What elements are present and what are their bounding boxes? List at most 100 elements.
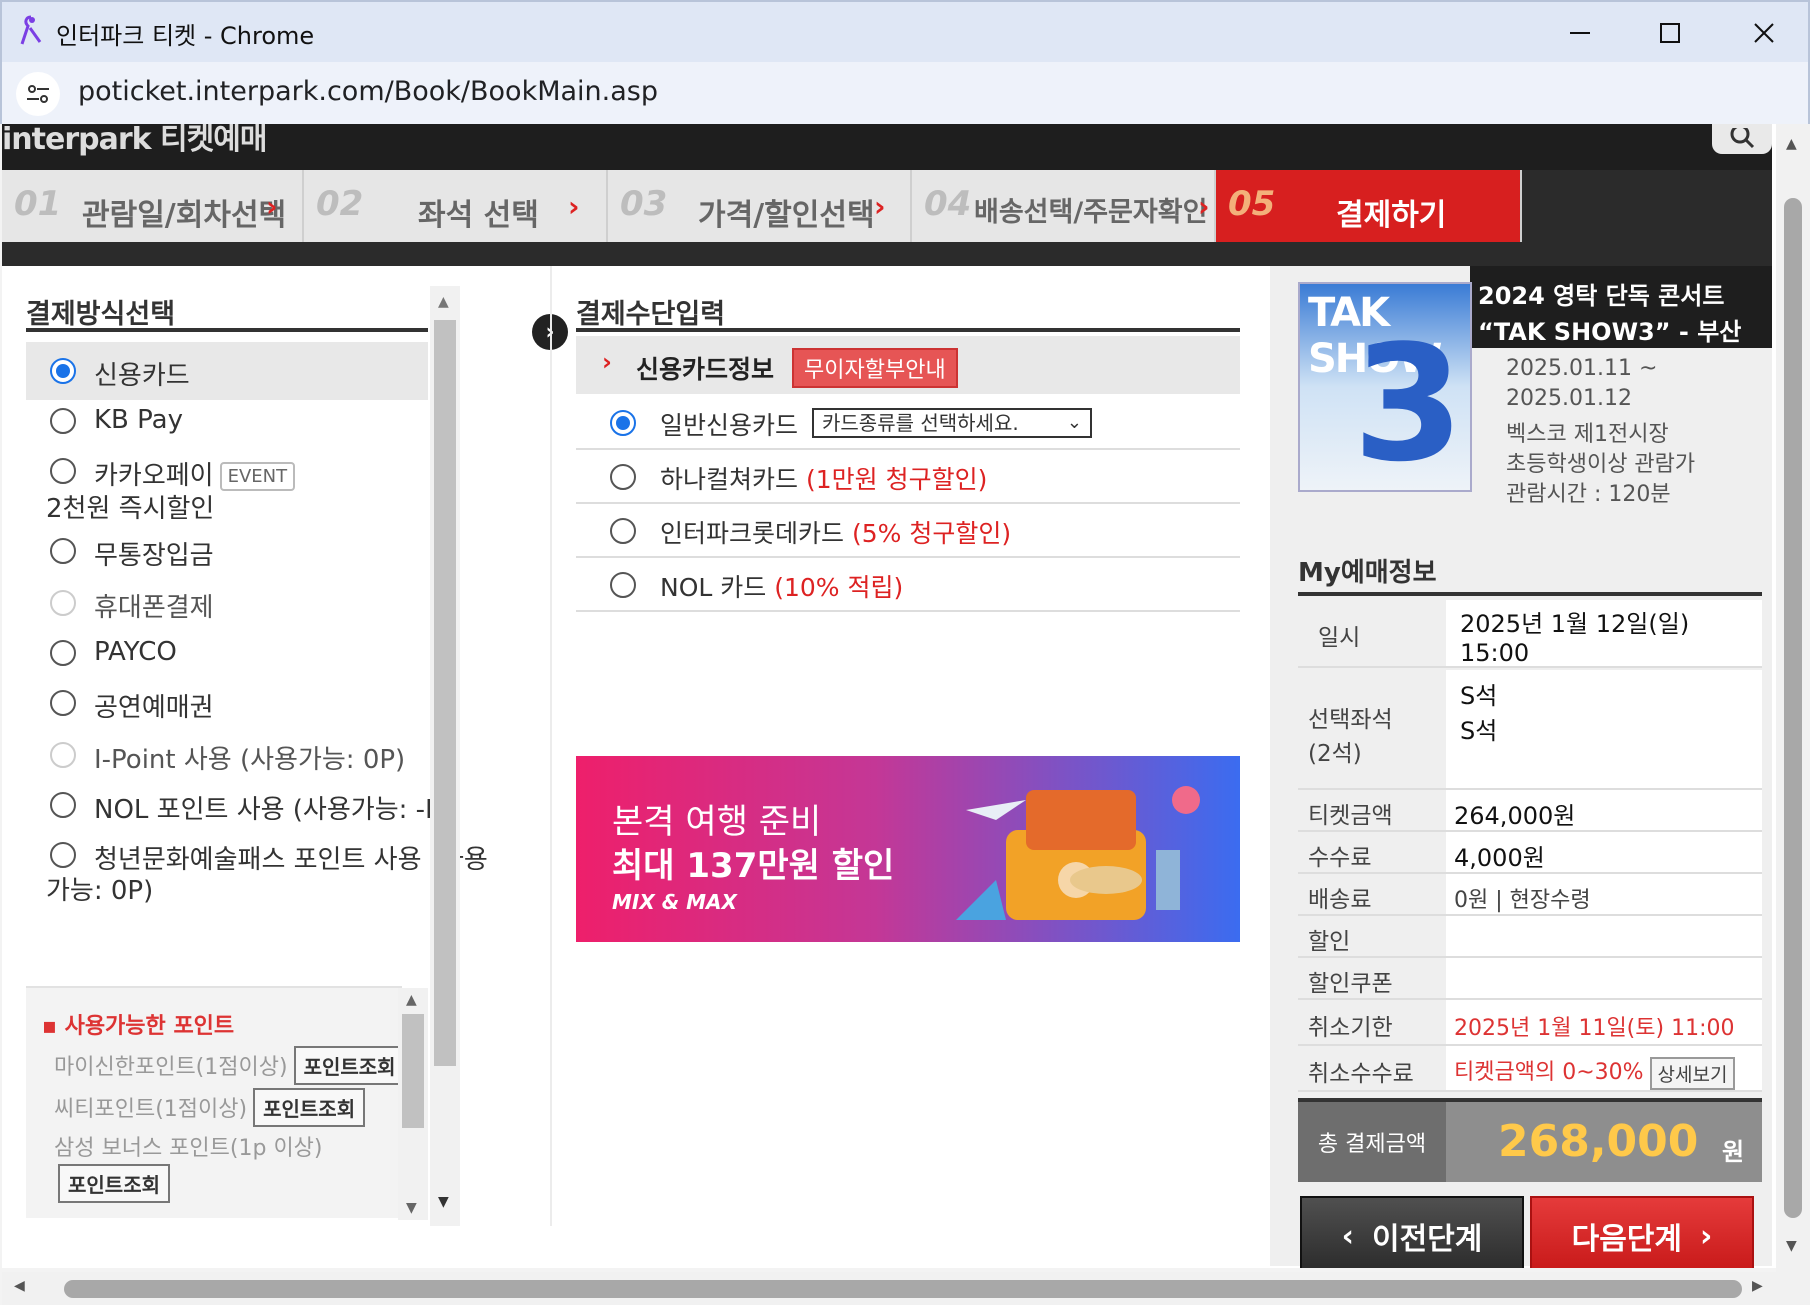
scroll-down-icon[interactable]: ▼	[438, 1194, 449, 1210]
site-info-button[interactable]	[16, 72, 60, 116]
row-fee: 수수료 4,000원	[1298, 832, 1762, 874]
scroll-thumb[interactable]	[434, 320, 456, 1066]
card-label-wrap: 인터파크롯데카드 (5% 청구할인)	[660, 514, 1011, 550]
scroll-thumb[interactable]	[402, 1014, 424, 1128]
scroll-up-icon[interactable]: ▲	[406, 992, 417, 1008]
radio-kb-pay[interactable]	[50, 408, 76, 434]
next-step-button[interactable]: 다음단계 ›	[1530, 1196, 1754, 1268]
minimize-button[interactable]	[1548, 10, 1612, 56]
point-row-shinhan: 마이신한포인트(1점이상) 포인트조회	[54, 1046, 406, 1085]
available-points-box: ▪ 사용가능한 포인트 마이신한포인트(1점이상) 포인트조회 씨티포인트(1점이…	[26, 986, 428, 1220]
step-number: 03	[620, 184, 668, 224]
radio-general-card[interactable]	[610, 410, 636, 436]
radio-mobile	[50, 590, 76, 616]
payment-method-title: 결제방식선택	[26, 286, 428, 332]
search-icon	[1730, 128, 1755, 149]
chevron-right-icon: ›	[266, 190, 278, 223]
row-value: 4,000원	[1446, 832, 1762, 872]
row-key: 선택좌석 (2석)	[1298, 670, 1446, 788]
scroll-down-icon[interactable]: ▼	[1786, 1238, 1797, 1254]
point-row-citi: 씨티포인트(1점이상) 포인트조회	[54, 1088, 366, 1127]
scroll-thumb[interactable]	[1784, 198, 1802, 1218]
check-points-button[interactable]: 포인트조회	[58, 1164, 170, 1203]
card-label: 하나컬쳐카드	[660, 465, 799, 494]
radio-nol-card[interactable]	[610, 572, 636, 598]
radio-credit-card[interactable]	[50, 358, 76, 384]
payment-input-panel: 결제수단입력 › 신용카드정보 무이자할부안내 일반신용카드 카드종류를 선택하…	[576, 286, 1240, 942]
event-badge: EVENT	[219, 462, 296, 491]
card-option-hana[interactable]: 하나컬쳐카드 (1만원 청구할인)	[576, 450, 1240, 504]
concert-date-start: 2025.01.11 ~	[1506, 356, 1658, 381]
search-button[interactable]	[1712, 124, 1772, 154]
prev-step-button[interactable]: ‹ 이전단계	[1300, 1196, 1524, 1268]
step-label: 관람일/회차선택	[82, 198, 287, 233]
close-icon	[1754, 23, 1774, 43]
radio-nol-point[interactable]	[50, 792, 76, 818]
panel-divider	[550, 266, 552, 1226]
method-label: I-Point 사용 (사용가능: 0P)	[94, 745, 406, 775]
step-2[interactable]: 02 좌석 선택 ›	[304, 170, 608, 242]
total-label: 총 결제금액	[1298, 1102, 1446, 1182]
seats-count: (2석)	[1308, 741, 1362, 767]
scroll-up-icon[interactable]: ▲	[1786, 136, 1797, 152]
card-option-nol[interactable]: NOL 카드 (10% 적립)	[576, 558, 1240, 612]
radio-youth-pass[interactable]	[50, 842, 76, 868]
row-key: 티켓금액	[1298, 790, 1446, 830]
step-number: 01	[14, 184, 62, 224]
step-1[interactable]: 01 관람일/회차선택 ›	[2, 170, 304, 242]
close-button[interactable]	[1732, 10, 1796, 56]
radio-hana-card[interactable]	[610, 464, 636, 490]
installment-info-button[interactable]: 무이자할부안내	[792, 348, 958, 388]
radio-payco[interactable]	[50, 640, 76, 666]
scroll-thumb[interactable]	[64, 1280, 1742, 1298]
step-label: 좌석 선택	[418, 198, 539, 233]
scroll-right-icon[interactable]: ▶	[1752, 1278, 1763, 1294]
step-4[interactable]: 04 배송선택/주문자확인 ›	[912, 170, 1216, 242]
row-key: 할인	[1298, 916, 1446, 956]
booking-summary-panel: 2024 영탁 단독 콘서트 “TAK SHOW3” - 부산 TAK SHOW…	[1270, 266, 1772, 1268]
method-label-wrap: 카카오페이 EVENT	[94, 455, 296, 492]
card-type-select[interactable]: 카드종류를 선택하세요. ⌄	[812, 408, 1092, 438]
maximize-button[interactable]	[1638, 10, 1702, 56]
payment-method-panel: 결제방식선택 신용카드 KB Pay 카카오페이 EVENT 2천원 즉시할인 무…	[26, 286, 526, 1226]
row-key: 수수료	[1298, 832, 1446, 872]
points-title-text: 사용가능한 포인트	[64, 1014, 235, 1039]
methods-scrollbar[interactable]: ▲ ▼	[430, 286, 460, 1226]
concert-date-end: 2025.01.12	[1506, 386, 1632, 411]
method-label: 공연예매권	[94, 693, 214, 723]
prev-step-label: 이전단계	[1371, 1222, 1483, 1257]
radio-lotte-card[interactable]	[610, 518, 636, 544]
page-vertical-scrollbar[interactable]: ▲ ▼	[1776, 124, 1810, 1272]
concert-rating: 초등학생이상 관람가	[1506, 452, 1696, 477]
method-label: 카카오페이	[94, 461, 214, 491]
page-horizontal-scrollbar[interactable]: ◀ ▶	[2, 1272, 1810, 1305]
card-option-general[interactable]: 일반신용카드 카드종류를 선택하세요. ⌄	[576, 396, 1240, 450]
scroll-down-icon[interactable]: ▼	[406, 1200, 417, 1216]
check-points-button[interactable]: 포인트조회	[253, 1088, 366, 1127]
url-text[interactable]: poticket.interpark.com/Book/BookMain.asp	[78, 76, 658, 107]
radio-kakaopay[interactable]	[50, 458, 76, 484]
payment-input-title: 결제수단입력	[576, 286, 1240, 332]
promo-banner[interactable]: 본격 여행 준비 최대 137만원 할인 MIX & MAX	[576, 756, 1240, 942]
scroll-left-icon[interactable]: ◀	[14, 1278, 25, 1294]
kakaopay-discount: 2천원 즉시할인	[46, 494, 215, 524]
card-option-interpark-lotte[interactable]: 인터파크롯데카드 (5% 청구할인)	[576, 504, 1240, 558]
radio-voucher[interactable]	[50, 690, 76, 716]
check-points-button[interactable]: 포인트조회	[293, 1046, 406, 1085]
scroll-up-icon[interactable]: ▲	[438, 294, 449, 310]
row-value: 0원 | 현장수령	[1446, 874, 1762, 914]
step-3[interactable]: 03 가격/할인선택 ›	[608, 170, 912, 242]
window-title: 인터파크 티켓 - Chrome	[56, 22, 315, 50]
row-value: 264,000원	[1446, 790, 1762, 830]
brand-bar: interpark 티켓예매	[2, 124, 1772, 170]
seat-2: S석	[1460, 717, 1498, 745]
address-bar: poticket.interpark.com/Book/BookMain.asp	[0, 62, 1810, 124]
radio-bank-transfer[interactable]	[50, 538, 76, 564]
datetime-time: 15:00	[1460, 639, 1530, 667]
step-5-active[interactable]: 05 결제하기	[1216, 170, 1522, 242]
point-label: 씨티포인트(1점이상)	[54, 1097, 248, 1122]
points-scrollbar[interactable]: ▲ ▼	[398, 988, 428, 1220]
details-button[interactable]: 상세보기	[1649, 1056, 1736, 1090]
row-cancel-deadline: 취소기한 2025년 1월 11일(토) 11:00	[1298, 1000, 1762, 1046]
next-step-label: 다음단계	[1571, 1222, 1683, 1257]
